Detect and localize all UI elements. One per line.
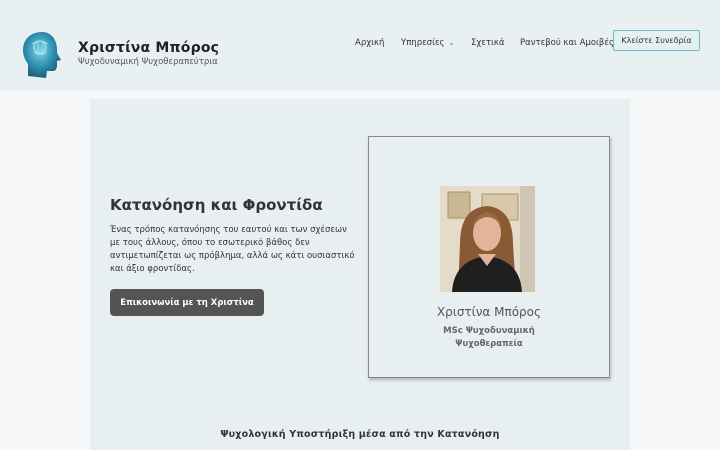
- contact-christina-button[interactable]: Επικοινωνία με τη Χριστίνα: [110, 289, 264, 316]
- nav-item-services-label: Υπηρεσίες: [401, 38, 445, 48]
- profile-card: Χριστίνα Μπόρος MSc Ψυχοδυναμική Ψυχοθερ…: [368, 136, 610, 378]
- nav-item-about-label: Σχετικά: [471, 38, 505, 48]
- site-title[interactable]: Χριστίνα Μπόρος: [78, 40, 219, 56]
- profile-credential-line2: Ψυχοθεραπεία: [455, 339, 523, 349]
- site-tagline: Ψυχοδυναμική Ψυχοθεραπεύτρια: [78, 57, 218, 67]
- nav-item-services[interactable]: Υπηρεσίες ⌄: [401, 38, 454, 48]
- profile-photo: [440, 186, 535, 292]
- section-heading: Ψυχολογική Υποστήριξη μέσα από την Καταν…: [220, 429, 500, 440]
- profile-name: Χριστίνα Μπόρος: [436, 305, 542, 319]
- nav-item-appointments-label: Ραντεβού και Αμοιβές: [520, 38, 614, 48]
- profile-credential-line1: MSc Ψυχοδυναμική: [443, 326, 535, 336]
- nav-item-home-label: Αρχική: [355, 38, 385, 48]
- book-session-button[interactable]: Κλείστε Συνεδρία: [613, 30, 700, 51]
- chevron-down-icon: ⌄: [448, 39, 455, 47]
- site-header: Χριστίνα Μπόρος Ψυχοδυναμική Ψυχοθεραπεύ…: [0, 0, 720, 90]
- hero-description: Ένας τρόπος κατανόησης του εαυτού και τω…: [110, 225, 355, 274]
- nav-item-appointments[interactable]: Ραντεβού και Αμοιβές: [520, 38, 614, 48]
- nav-item-home[interactable]: Αρχική: [355, 38, 384, 48]
- head-brain-icon[interactable]: [20, 30, 64, 80]
- hero-title: Κατανόηση και Φροντίδα: [110, 196, 323, 214]
- nav-item-about[interactable]: Σχετικά: [471, 38, 504, 48]
